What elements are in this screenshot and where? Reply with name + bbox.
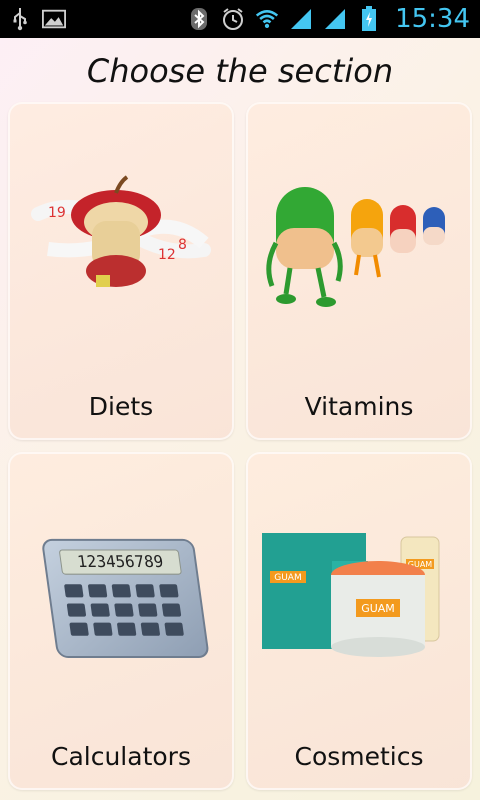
signal-icon — [323, 7, 347, 31]
cosmetics-products-icon: GUAM GUAM GUAM — [246, 507, 472, 667]
alarm-icon — [221, 7, 245, 31]
page-title: Choose the section — [86, 52, 394, 90]
tile-vitamins[interactable]: Vitamins — [246, 102, 472, 440]
main-screen: 15:34 Choose the section 19 12 8 Diets V… — [0, 0, 480, 800]
tile-calculators[interactable]: 123456789 Calculators — [8, 452, 234, 790]
section-grid: 19 12 8 Diets Vitamins 123456789 Calcula… — [8, 102, 472, 800]
svg-text:19: 19 — [48, 205, 66, 221]
status-time: 15:34 — [395, 4, 470, 34]
brand-label: GUAM — [361, 602, 395, 615]
tile-diets[interactable]: 19 12 8 Diets — [8, 102, 234, 440]
tile-cosmetics[interactable]: GUAM GUAM GUAM Cosmetics — [246, 452, 472, 790]
tile-label: Diets — [88, 392, 154, 421]
apple-tape-icon: 19 12 8 — [8, 157, 234, 317]
calculator-icon: 123456789 — [8, 507, 234, 667]
image-icon — [42, 7, 66, 31]
calculator-display: 123456789 — [76, 552, 164, 571]
svg-text:8: 8 — [178, 237, 187, 253]
svg-text:12: 12 — [158, 247, 176, 263]
status-bar: 15:34 — [0, 0, 480, 38]
brand-label: GUAM — [274, 573, 301, 583]
pills-icon — [246, 157, 472, 317]
tile-label: Vitamins — [304, 392, 414, 421]
wifi-icon — [255, 7, 279, 31]
battery-charging-icon — [357, 6, 381, 31]
tile-label: Calculators — [51, 742, 191, 771]
signal-icon — [289, 7, 313, 31]
usb-icon — [8, 7, 32, 31]
tile-label: Cosmetics — [294, 742, 424, 771]
bluetooth-icon — [187, 7, 211, 31]
